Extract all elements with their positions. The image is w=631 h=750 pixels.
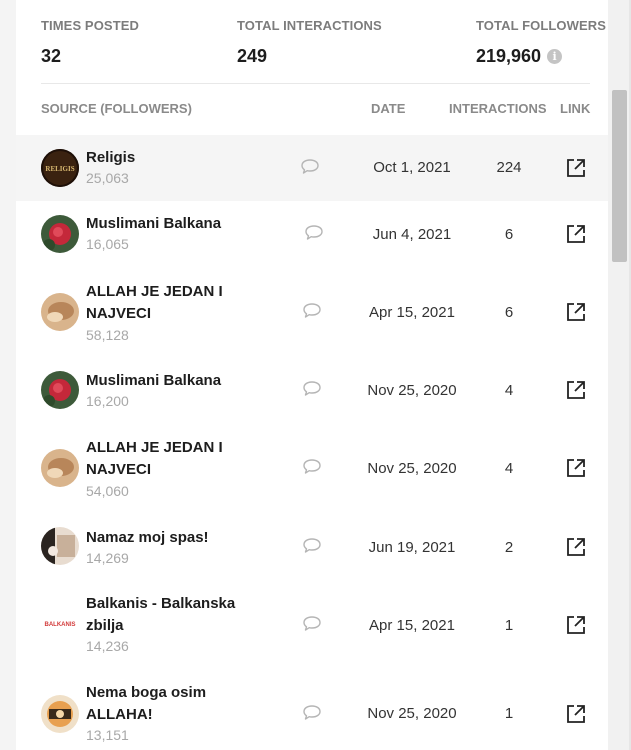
stat-value: 249 [237,46,382,67]
header-date[interactable]: DATE [371,101,405,116]
source-name[interactable]: Muslimani Balkana [86,213,266,235]
rose-avatar [41,215,79,253]
info-icon[interactable]: i [547,49,563,64]
source-name[interactable]: Muslimani Balkana [86,370,266,392]
tan-avatar [41,449,79,487]
row-interactions: 224 [496,159,522,176]
tan-avatar [41,293,79,331]
table-row[interactable]: Namaz moj spas! 14,269 Jun 19, 2021 2 [16,513,608,579]
source-name[interactable]: ALLAH JE JEDAN I NAJVECI [86,281,266,325]
header-source[interactable]: SOURCE (FOLLOWERS) [41,101,192,116]
row-date: Nov 25, 2020 [367,705,457,722]
source-name[interactable]: Balkanis - Balkanska zbilja [86,593,266,637]
vertical-scrollbar[interactable] [608,0,631,750]
prayer-avatar [41,527,79,565]
scrollbar-thumb[interactable] [612,90,627,262]
external-link-icon[interactable] [565,379,587,401]
external-link-icon[interactable] [565,157,587,179]
comment-icon[interactable] [302,704,322,722]
row-date: Apr 15, 2021 [369,617,455,634]
comment-icon[interactable] [302,302,322,320]
comment-icon[interactable] [300,158,320,176]
source-name[interactable]: Religis [86,147,266,169]
row-date: Oct 1, 2021 [373,159,451,176]
stat-value: 32 [41,46,139,67]
external-link-icon[interactable] [565,301,587,323]
comment-icon[interactable] [302,380,322,398]
row-date: Nov 25, 2020 [367,382,457,399]
rose-avatar [41,371,79,409]
source-followers: 16,065 [86,236,129,252]
external-link-icon[interactable] [565,614,587,636]
stat-times-posted: TIMES POSTED 32 [41,18,139,67]
svg-text:BALKANIS: BALKANIS [45,622,76,628]
stat-label: TOTAL INTERACTIONS [237,18,382,33]
source-name[interactable]: ALLAH JE JEDAN I NAJVECI [86,437,266,481]
stat-total-interactions: TOTAL INTERACTIONS 249 [237,18,382,67]
source-followers: 16,200 [86,393,129,409]
source-followers: 25,063 [86,170,129,186]
total-followers-value: 219,960 [476,46,542,66]
religis-avatar: RELIGIS [41,149,79,187]
comment-icon[interactable] [302,537,322,555]
table-row[interactable]: RELIGIS Religis 25,063 Oct 1, 2021 224 [16,135,608,201]
stat-total-followers: TOTAL FOLLOWERS 219,960 i [476,18,606,67]
svg-text:RELIGIS: RELIGIS [45,165,74,173]
stat-label: TIMES POSTED [41,18,139,33]
comment-icon[interactable] [304,224,324,242]
table-row[interactable]: BALKANIS Balkanis - Balkanska zbilja 14,… [16,579,608,669]
stats-divider [41,83,590,84]
header-link: LINK [560,101,591,116]
row-interactions: 1 [504,705,514,722]
row-interactions: 4 [504,460,514,477]
source-name[interactable]: Nema boga osim ALLAHA! [86,682,266,726]
comment-icon[interactable] [302,615,322,633]
row-interactions: 1 [504,617,514,634]
header-interactions[interactable]: INTERACTIONS [449,101,547,116]
source-followers: 58,128 [86,327,129,343]
comment-icon[interactable] [302,458,322,476]
source-name[interactable]: Namaz moj spas! [86,527,266,549]
table-row[interactable]: ALLAH JE JEDAN I NAJVECI 54,060 Nov 25, … [16,423,608,513]
total-interactions-value: 249 [237,46,268,66]
times-posted-value: 32 [41,46,62,66]
external-link-icon[interactable] [565,223,587,245]
external-link-icon[interactable] [565,457,587,479]
badge-avatar [41,695,79,733]
external-link-icon[interactable] [565,536,587,558]
row-date: Apr 15, 2021 [369,304,455,321]
table-row[interactable]: Muslimani Balkana 16,065 Jun 4, 2021 6 [16,201,608,267]
posts-panel: TIMES POSTED 32 TOTAL INTERACTIONS 249 T… [16,0,608,750]
table-row[interactable]: Nema boga osim ALLAHA! 13,151 Nov 25, 20… [16,669,608,750]
row-date: Nov 25, 2020 [367,460,457,477]
balkanis-avatar: BALKANIS [41,605,79,643]
row-date: Jun 4, 2021 [372,226,452,243]
source-followers: 13,151 [86,727,129,743]
row-interactions: 6 [504,226,514,243]
row-interactions: 2 [504,539,514,556]
stat-value: 219,960 i [476,46,606,67]
source-followers: 54,060 [86,483,129,499]
row-interactions: 4 [504,382,514,399]
source-followers: 14,236 [86,638,129,654]
row-date: Jun 19, 2021 [368,539,456,556]
table-row[interactable]: ALLAH JE JEDAN I NAJVECI 58,128 Apr 15, … [16,267,608,357]
source-followers: 14,269 [86,550,129,566]
external-link-icon[interactable] [565,703,587,725]
row-interactions: 6 [504,304,514,321]
stat-label: TOTAL FOLLOWERS [476,18,607,33]
table-row[interactable]: Muslimani Balkana 16,200 Nov 25, 2020 4 [16,357,608,423]
